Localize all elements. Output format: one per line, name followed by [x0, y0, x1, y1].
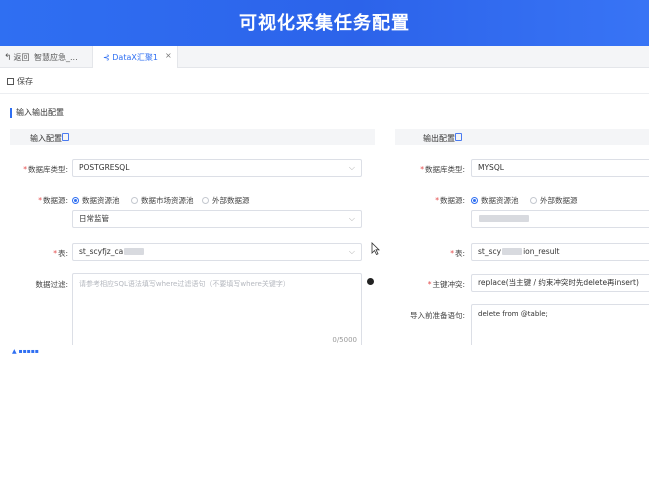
input-panel-title: 输入配置 — [30, 134, 62, 143]
redacted-text — [502, 248, 523, 255]
output-source-radio-external[interactable]: 外部数据源 — [530, 195, 578, 206]
output-db-type-select[interactable]: MYSQL — [471, 159, 649, 177]
document-icon[interactable] — [455, 133, 462, 141]
radio-dot — [202, 197, 209, 204]
back-arrow-icon: ↰ — [4, 53, 12, 63]
input-db-type-label: *数据库类型: — [23, 165, 68, 174]
mouse-cursor-icon — [371, 242, 380, 255]
output-panel-header: 输出配置 — [395, 129, 649, 145]
redacted-text — [124, 248, 145, 255]
output-conflict-label: *主键冲突: — [427, 280, 465, 289]
filter-placeholder: 请参考相应SQL语法填写where过滤语句（不要填写where关键字） — [79, 280, 290, 288]
page-title: 可视化采集任务配置 — [239, 13, 410, 34]
redacted-text — [479, 215, 529, 222]
save-button[interactable]: 保存 — [7, 76, 33, 87]
radio-dot — [72, 197, 79, 204]
close-icon[interactable]: × — [165, 51, 172, 60]
output-conflict-select[interactable]: replace(当主键 / 约束冲突时先delete再insert) — [471, 274, 649, 292]
section-title: 输入输出配置 — [10, 108, 64, 118]
tab-datax-label: DataX汇聚1 — [112, 53, 158, 62]
radio-dot — [530, 197, 537, 204]
tab-bar: ↰ 返回 智慧应急_... ⊰ DataX汇聚1 × — [0, 46, 649, 68]
input-source-radio-external[interactable]: 外部数据源 — [202, 195, 250, 206]
output-table-select[interactable]: st_scy ion_result — [471, 243, 649, 261]
toolbar: 保存 — [0, 68, 649, 94]
tab-plug-icon: ⊰ — [103, 53, 113, 62]
output-pre-sql-textarea[interactable]: delete from @table; — [471, 304, 649, 347]
chevron-down-icon: ⌵ — [348, 247, 355, 256]
output-table-label: *表: — [450, 249, 465, 258]
save-label: 保存 — [17, 77, 33, 86]
tab-smart-emergency[interactable]: 智慧应急_... — [34, 52, 78, 63]
blank-area — [0, 345, 649, 480]
input-source-radio-pool[interactable]: 数据资源池 — [72, 195, 120, 206]
chevron-down-icon: ⌵ — [348, 163, 355, 172]
output-source-radio-pool[interactable]: 数据资源池 — [471, 195, 519, 206]
title-banner: 可视化采集任务配置 — [0, 0, 649, 46]
output-panel-title: 输出配置 — [423, 134, 455, 143]
input-table-select[interactable]: st_scyfjz_ca ⌵ — [72, 243, 362, 261]
back-button[interactable]: ↰ 返回 — [4, 52, 30, 63]
input-source-select[interactable]: 日常监管 ⌵ — [72, 210, 362, 228]
output-pre-sql-label: 导入前准备语句: — [409, 311, 465, 320]
output-db-type-label: *数据库类型: — [420, 165, 465, 174]
chevron-down-icon: ⌵ — [348, 214, 355, 223]
help-icon[interactable] — [367, 278, 374, 285]
document-icon[interactable] — [62, 133, 69, 141]
input-source-radio-market[interactable]: 数据市场资源池 — [131, 195, 194, 206]
back-label: 返回 — [13, 53, 30, 62]
filter-counter: 0/5000 — [332, 336, 357, 344]
save-icon — [7, 78, 14, 85]
radio-dot — [471, 197, 478, 204]
output-source-select[interactable] — [471, 210, 649, 228]
input-db-type-select[interactable]: POSTGRESQL ⌵ — [72, 159, 362, 177]
input-table-label: *表: — [53, 249, 68, 258]
input-panel-header: 输入配置 — [10, 129, 375, 145]
output-source-label: *数据源: — [435, 196, 465, 205]
input-filter-label: 数据过滤: — [35, 280, 68, 289]
input-source-label: *数据源: — [38, 196, 68, 205]
pre-sql-text: delete from @table; — [478, 310, 548, 318]
input-filter-textarea[interactable]: 请参考相应SQL语法填写where过滤语句（不要填写where关键字） 0/50… — [72, 273, 362, 347]
tab-datax[interactable]: ⊰ DataX汇聚1 × — [92, 46, 178, 68]
radio-dot — [131, 197, 138, 204]
bottom-cut-link: ▲ ▪▪▪▪▪ — [12, 348, 39, 355]
